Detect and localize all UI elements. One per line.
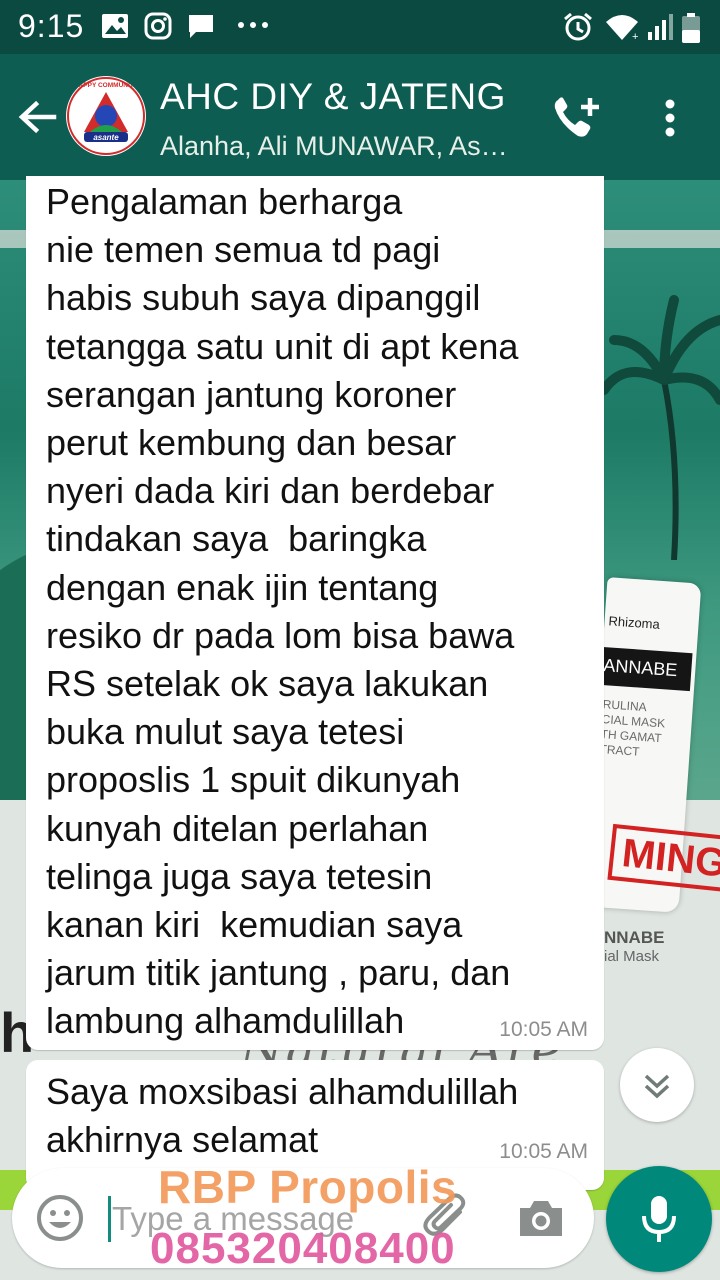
group-logo-icon: asante HAPPY COMMUNITY — [67, 77, 145, 155]
product-name: ANNABE — [600, 646, 693, 692]
product-label-sub: ial Mask — [604, 948, 660, 965]
message-time: 10:05 AM — [499, 1018, 588, 1041]
more-dots-icon — [238, 22, 268, 28]
group-members[interactable]: Alanha, Ali MUNAWAR, As… — [160, 131, 520, 162]
emoji-icon[interactable] — [34, 1192, 86, 1244]
battery-icon — [682, 13, 700, 43]
avatar-bottom-text: asante — [93, 133, 119, 142]
image-icon — [102, 14, 128, 38]
product-brand: Rhizoma — [608, 613, 661, 632]
signal-icon — [648, 14, 673, 40]
message-time: 10:05 AM — [499, 1140, 588, 1163]
message-text: Saya moxsibasi alhamdulillah akhirnya se… — [46, 1071, 519, 1161]
status-bar: 9:15 + — [0, 0, 720, 54]
avatar-top-text: HAPPY COMMUNITY — [74, 82, 139, 89]
product-desc: RULINA CIAL MASK TH GAMAT TRACT — [599, 697, 666, 759]
wifi-icon: + — [606, 15, 638, 42]
scroll-down-button[interactable] — [620, 1048, 694, 1122]
chat-icon — [189, 15, 213, 38]
group-avatar[interactable]: asante HAPPY COMMUNITY — [66, 76, 146, 156]
instagram-icon — [144, 12, 172, 40]
chat-header: asante HAPPY COMMUNITY AHC DIY & JATENG … — [0, 54, 720, 180]
camera-icon[interactable] — [516, 1196, 566, 1240]
watermark-phone: 085320408400 — [150, 1224, 456, 1273]
message-bubble[interactable]: Pengalaman berharga nie temen semua td p… — [26, 176, 604, 1050]
status-time: 9:15 — [18, 8, 85, 44]
palm-tree-icon — [604, 295, 720, 560]
add-call-icon[interactable] — [550, 94, 602, 142]
message-text: Pengalaman berharga nie temen semua td p… — [46, 181, 519, 1042]
product-label: NNABE — [604, 928, 665, 947]
back-arrow-icon[interactable] — [16, 96, 58, 138]
watermark-brand: RBP Propolis — [158, 1161, 458, 1213]
microphone-icon — [642, 1196, 676, 1242]
double-chevron-down-icon — [644, 1074, 670, 1099]
text-cursor — [108, 1196, 111, 1242]
more-options-icon[interactable] — [660, 98, 680, 138]
group-title[interactable]: AHC DIY & JATENG — [160, 76, 506, 118]
voice-record-button[interactable] — [606, 1166, 712, 1272]
alarm-icon — [564, 12, 592, 41]
svg-text:+: + — [632, 31, 638, 42]
